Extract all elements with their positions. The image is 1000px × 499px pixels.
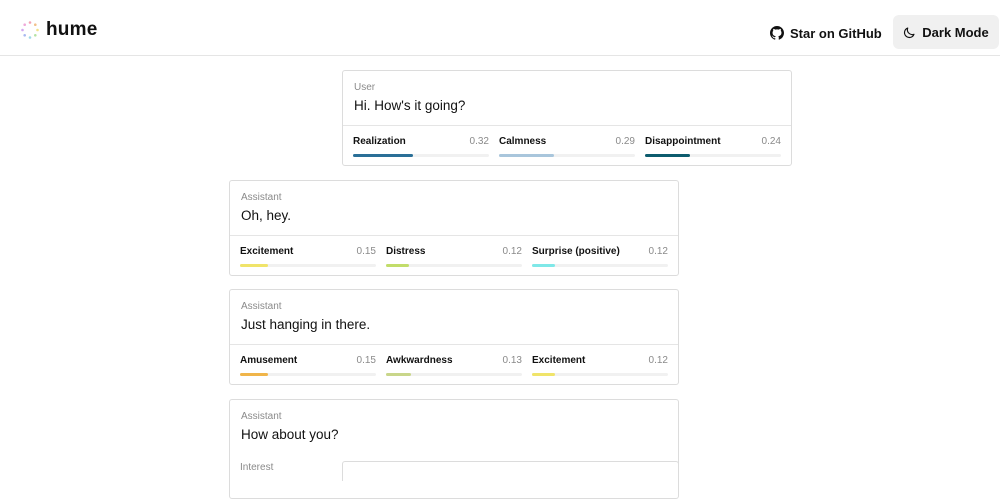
hume-logo-icon — [21, 21, 39, 39]
emotion-scores: Realization 0.32 Calmness 0.29 Disappointm… — [343, 125, 791, 165]
emotion-score: Disappointment 0.24 — [645, 126, 781, 157]
message-card: Assistant How about you? — [229, 399, 679, 499]
emotion-bar-fill — [386, 264, 409, 267]
app-header: hume Star on GitHub Dark Mode — [0, 0, 1000, 56]
emotion-bar-fill — [353, 154, 414, 157]
emotion-scores: Excitement 0.15 Distress 0.12 Surprise (po… — [230, 235, 678, 275]
emotion-value: 0.32 — [469, 136, 489, 147]
emotion-value: 0.15 — [356, 246, 376, 257]
emotion-bar-fill — [645, 154, 691, 157]
emotion-bar — [240, 264, 376, 267]
emotion-bar-fill — [499, 154, 554, 157]
emotion-score: Realization 0.32 — [353, 126, 489, 157]
emotion-value: 0.29 — [615, 136, 635, 147]
message-role: User — [354, 82, 376, 93]
emotion-value: 0.12 — [502, 246, 522, 257]
moon-icon — [904, 26, 915, 38]
emotion-name: Interest — [240, 462, 274, 473]
brand-logo[interactable]: hume — [20, 19, 97, 41]
partial-card — [342, 461, 679, 481]
emotion-name: Surprise (positive) — [532, 246, 620, 257]
emotion-value: 0.13 — [502, 355, 522, 366]
emotion-bar — [353, 154, 489, 157]
emotion-score: Amusement 0.15 — [240, 345, 376, 376]
emotion-bar-fill — [532, 264, 555, 267]
emotion-value: 0.12 — [648, 246, 668, 257]
message-card: Assistant Just hanging in there. Amuseme… — [229, 289, 679, 385]
emotion-bar — [532, 264, 668, 267]
emotion-name: Disappointment — [645, 136, 721, 147]
message-text: Hi. How's it going? — [354, 98, 466, 113]
emotion-score: Awkwardness 0.13 — [386, 345, 522, 376]
emotion-bar — [240, 373, 376, 376]
emotion-bar — [386, 373, 522, 376]
message-text: Just hanging in there. — [241, 317, 371, 332]
emotion-score: Excitement 0.15 — [240, 236, 376, 267]
emotion-bar-fill — [240, 264, 269, 267]
emotion-name: Distress — [386, 246, 426, 257]
emotion-score: Distress 0.12 — [386, 236, 522, 267]
emotion-bar-fill — [386, 373, 411, 376]
emotion-name: Excitement — [532, 355, 586, 366]
message-card: Assistant Oh, hey. Excitement 0.15 Distre… — [229, 180, 679, 276]
star-on-github-button[interactable]: Star on GitHub — [770, 19, 882, 47]
emotion-value: 0.12 — [648, 355, 668, 366]
message-text: How about you? — [241, 427, 339, 442]
emotion-name: Calmness — [499, 136, 547, 147]
emotion-bar — [645, 154, 781, 157]
message-role: Assistant — [241, 192, 282, 203]
emotion-name: Awkwardness — [386, 355, 453, 366]
emotion-bar — [499, 154, 635, 157]
emotion-value: 0.24 — [761, 136, 781, 147]
dark-mode-button[interactable]: Dark Mode — [893, 15, 999, 49]
emotion-name: Realization — [353, 136, 406, 147]
emotion-bar-fill — [532, 373, 555, 376]
emotion-bar — [532, 373, 668, 376]
emotion-bar-fill — [240, 373, 269, 376]
dark-mode-label: Dark Mode — [922, 24, 989, 40]
message-text: Oh, hey. — [241, 208, 292, 223]
github-label: Star on GitHub — [790, 25, 882, 41]
message-role: Assistant — [241, 411, 282, 422]
emotion-scores: Amusement 0.15 Awkwardness 0.13 Excitement… — [230, 344, 678, 384]
message-card: User Hi. How's it going? Realization 0.32… — [342, 70, 792, 166]
brand-name: hume — [46, 19, 98, 40]
emotion-score: Excitement 0.12 — [532, 345, 668, 376]
emotion-score: Surprise (positive) 0.12 — [532, 236, 668, 267]
emotion-value: 0.15 — [356, 355, 376, 366]
message-role: Assistant — [241, 301, 282, 312]
emotion-bar — [386, 264, 522, 267]
emotion-name: Excitement — [240, 246, 294, 257]
emotion-name: Amusement — [240, 355, 298, 366]
emotion-score: Calmness 0.29 — [499, 126, 635, 157]
github-icon — [770, 26, 784, 40]
